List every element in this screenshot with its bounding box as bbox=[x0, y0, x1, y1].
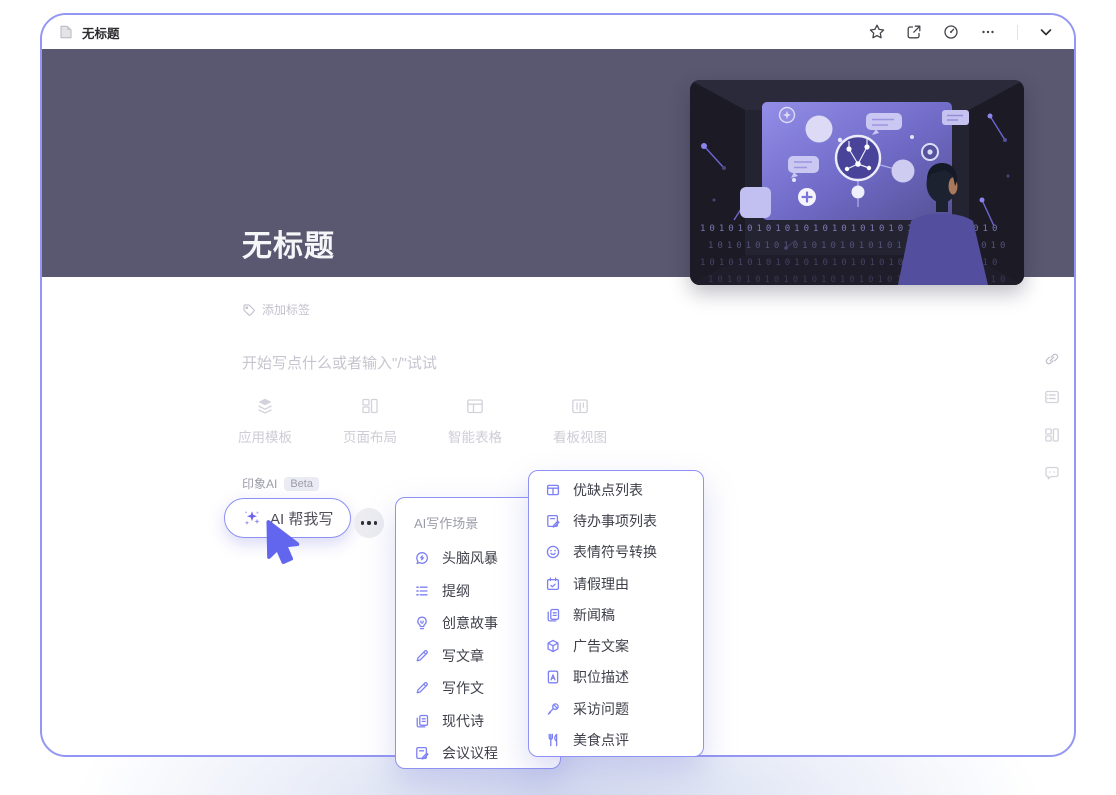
template-row: 应用模板 页面布局 智能表格 看板视图 bbox=[225, 396, 645, 446]
ai-brand-name: 印象AI bbox=[242, 475, 277, 492]
menu-item-ad-copy[interactable]: 广告文案 bbox=[529, 630, 703, 661]
link-icon[interactable] bbox=[1043, 350, 1061, 368]
copy-doc-icon bbox=[545, 607, 561, 623]
add-tag-button[interactable]: 添加标签 bbox=[242, 301, 310, 318]
layout-icon[interactable] bbox=[1043, 426, 1061, 444]
outline-box-icon[interactable] bbox=[1043, 388, 1061, 406]
ai-sparkle-icon bbox=[242, 508, 262, 528]
cutlery-icon bbox=[545, 732, 561, 748]
ai-write-button[interactable]: AI 帮我写 bbox=[224, 498, 351, 538]
layers-icon bbox=[255, 396, 275, 416]
titlebar-title: 无标题 bbox=[82, 23, 120, 42]
titlebar-actions bbox=[868, 23, 1054, 41]
menu-item-leave-excuse[interactable]: 请假理由 bbox=[529, 568, 703, 599]
template-page-layout[interactable]: 页面布局 bbox=[330, 396, 410, 446]
doc-a-icon bbox=[545, 669, 561, 685]
template-label: 应用模板 bbox=[238, 426, 292, 446]
document-icon bbox=[58, 24, 74, 40]
beta-badge: Beta bbox=[284, 477, 319, 491]
editor-placeholder[interactable]: 开始写点什么或者输入"/"试试 bbox=[242, 352, 437, 373]
titlebar-divider bbox=[1017, 25, 1018, 40]
page: 无标题 无标题 bbox=[0, 0, 1116, 795]
lightbulb-icon bbox=[414, 615, 430, 631]
add-tag-label: 添加标签 bbox=[262, 301, 310, 318]
hero-illustration: 10101010101010101010101010101010 1010101… bbox=[690, 80, 1024, 285]
menu-item-pros-cons[interactable]: 优缺点列表 bbox=[529, 474, 703, 505]
template-label: 智能表格 bbox=[448, 426, 502, 446]
titlebar: 无标题 bbox=[42, 15, 1074, 49]
menu-item-food-review[interactable]: 美食点评 bbox=[529, 724, 703, 755]
menu-item-todo-list[interactable]: 待办事项列表 bbox=[529, 505, 703, 536]
share-icon[interactable] bbox=[905, 23, 923, 41]
menu-item-job-description[interactable]: 职位描述 bbox=[529, 662, 703, 693]
template-apply-template[interactable]: 应用模板 bbox=[225, 396, 305, 446]
recent-icon[interactable] bbox=[942, 23, 960, 41]
tag-icon bbox=[242, 303, 256, 317]
kanban-icon bbox=[570, 396, 590, 416]
layout-blocks-icon bbox=[360, 396, 380, 416]
copy-doc-icon bbox=[414, 713, 430, 729]
more-options-button[interactable] bbox=[354, 508, 384, 538]
note-banner: 无标题 101010101010101010101010101010 bbox=[42, 49, 1074, 277]
pen-icon bbox=[414, 648, 430, 664]
doc-edit-icon bbox=[414, 745, 430, 761]
template-kanban-view[interactable]: 看板视图 bbox=[540, 396, 620, 446]
ai-brand: 印象AI Beta bbox=[242, 475, 319, 492]
comment-icon[interactable] bbox=[1043, 464, 1061, 482]
menu-item-press-release[interactable]: 新闻稿 bbox=[529, 599, 703, 630]
smiley-icon bbox=[545, 544, 561, 560]
pros-cons-table-icon bbox=[545, 482, 561, 498]
template-label: 看板视图 bbox=[553, 426, 607, 446]
microphone-icon bbox=[545, 701, 561, 717]
menu-item-emoji-convert[interactable]: 表情符号转换 bbox=[529, 537, 703, 568]
ai-write-label: AI 帮我写 bbox=[270, 508, 333, 529]
more-icon[interactable] bbox=[979, 23, 997, 41]
package-box-icon bbox=[545, 638, 561, 654]
template-smart-table[interactable]: 智能表格 bbox=[435, 396, 515, 446]
template-label: 页面布局 bbox=[343, 426, 397, 446]
star-icon[interactable] bbox=[868, 23, 886, 41]
todo-doc-icon bbox=[545, 513, 561, 529]
collapse-icon[interactable] bbox=[1038, 24, 1054, 40]
outline-list-icon bbox=[414, 583, 430, 599]
pen-icon bbox=[414, 680, 430, 696]
smart-table-icon bbox=[465, 396, 485, 416]
side-tool-rail bbox=[1043, 350, 1061, 482]
menu-item-interview-questions[interactable]: 采访问题 bbox=[529, 693, 703, 724]
note-title[interactable]: 无标题 bbox=[242, 221, 335, 265]
calendar-check-icon bbox=[545, 576, 561, 592]
brainstorm-icon bbox=[414, 550, 430, 566]
ai-scene-menu: 优缺点列表 待办事项列表 表情符号转换 请假理由 新闻稿 广告文案 职位描述 bbox=[528, 470, 704, 757]
